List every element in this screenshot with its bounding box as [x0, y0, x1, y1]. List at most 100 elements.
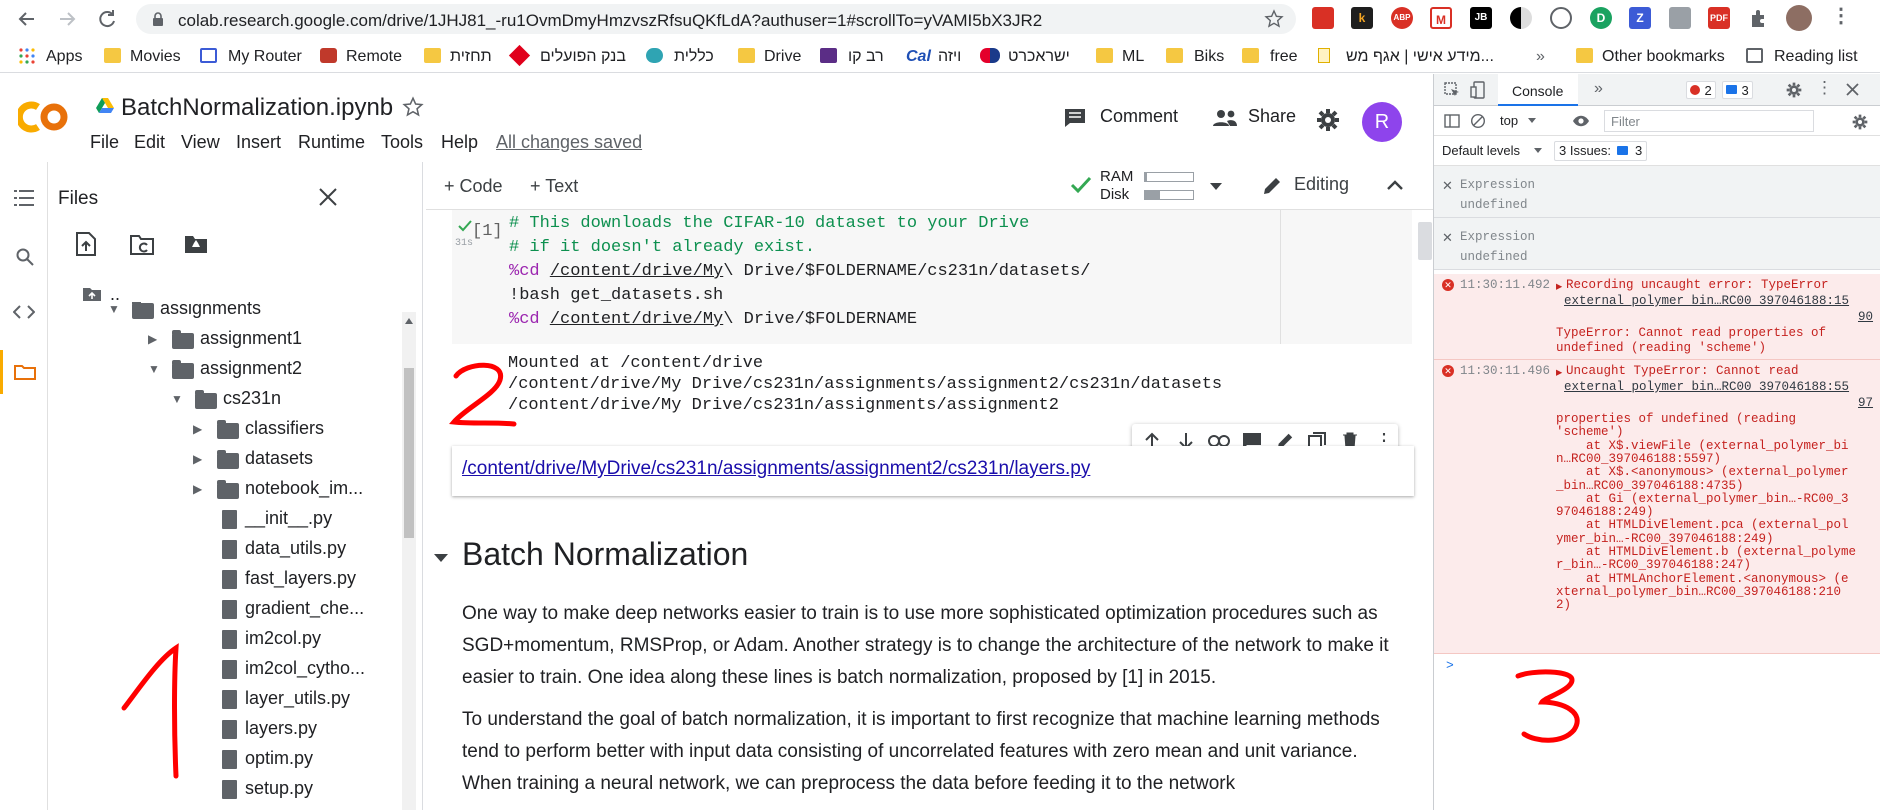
live-expression-eye-icon[interactable] [1572, 115, 1590, 127]
tree-file-item[interactable]: fast_layers.py [48, 564, 398, 594]
extension-circle-icon[interactable] [1550, 7, 1572, 29]
save-status[interactable]: All changes saved [496, 132, 642, 153]
log-levels-dropdown[interactable]: Default levels [1442, 143, 1542, 161]
issue-count-badge[interactable]: 3 [1722, 81, 1753, 99]
extension-image-icon[interactable] [1669, 7, 1691, 29]
folder-icon[interactable] [14, 364, 36, 380]
live-expression[interactable]: ✕ Expression undefined [1434, 218, 1880, 270]
menu-runtime[interactable]: Runtime [298, 132, 365, 153]
settings-gear-icon[interactable] [1316, 108, 1340, 132]
tree-folder-item[interactable]: ▼ assignment2 [48, 354, 398, 384]
devtools-close-icon[interactable] [1846, 83, 1859, 96]
tree-file-item[interactable]: data_utils.py [48, 534, 398, 564]
file-link[interactable]: /content/drive/MyDrive/cs231n/assignment… [462, 458, 1090, 480]
context-selector[interactable]: top [1496, 112, 1536, 130]
console-error-message[interactable]: ✕ 11:30:11.496 ▸ Uncaught TypeError: Can… [1434, 360, 1880, 654]
mount-drive-icon[interactable] [184, 234, 208, 254]
remove-expression-icon[interactable]: ✕ [1442, 230, 1453, 246]
tree-file-item[interactable]: gradient_che... [48, 594, 398, 624]
puzzle-extensions-icon[interactable] [1748, 7, 1770, 29]
adblock-icon[interactable]: ABP [1391, 7, 1413, 29]
chevron-down-icon[interactable]: ▼ [148, 362, 160, 376]
scrollbar-thumb[interactable] [404, 368, 414, 538]
user-avatar[interactable]: R [1362, 102, 1402, 142]
error-source-link-cont[interactable]: 97 [1858, 396, 1873, 410]
profile-avatar[interactable] [1786, 5, 1812, 31]
dark-mode-icon[interactable] [1510, 7, 1532, 29]
extension-z-icon[interactable]: Z [1629, 7, 1651, 29]
colab-logo[interactable] [18, 100, 70, 134]
more-bookmarks-button[interactable]: » [1536, 48, 1545, 66]
star-notebook-icon[interactable] [402, 96, 424, 118]
collapse-header-icon[interactable] [1386, 178, 1404, 192]
chevron-right-icon[interactable]: ▶ [193, 482, 202, 496]
issues-button[interactable]: 3 Issues: 3 [1554, 141, 1648, 161]
devtools-settings-gear-icon[interactable] [1786, 82, 1802, 98]
gmail-icon[interactable]: M [1430, 7, 1452, 29]
menu-view[interactable]: View [181, 132, 220, 153]
chevron-down-icon[interactable]: ▼ [108, 302, 120, 316]
code-snippets-icon[interactable] [13, 304, 35, 320]
chevron-down-icon[interactable]: ▼ [171, 392, 183, 406]
extension-red-icon[interactable] [1312, 7, 1334, 29]
menu-edit[interactable]: Edit [134, 132, 165, 153]
chevron-right-icon[interactable]: ▶ [148, 332, 157, 346]
menu-file[interactable]: File [90, 132, 119, 153]
add-code-button[interactable]: + Code [444, 176, 503, 197]
scroll-up-arrow-icon[interactable] [405, 318, 413, 324]
filter-input[interactable]: Filter [1604, 110, 1814, 132]
tree-file-item[interactable]: optim.py [48, 744, 398, 774]
close-icon[interactable] [319, 188, 337, 206]
tree-folder-item[interactable]: ▼ assignments [48, 302, 398, 324]
parent-folder-icon[interactable] [82, 286, 102, 302]
sidebar-toggle-icon[interactable] [1444, 114, 1460, 128]
comment-button[interactable]: Comment [1064, 106, 1188, 136]
reload-button[interactable] [94, 6, 120, 32]
address-bar[interactable]: colab.research.google.com/drive/1JHJ81_-… [136, 4, 1296, 34]
tree-folder-item[interactable]: ▶ notebook_im... [48, 474, 398, 504]
inspect-element-icon[interactable] [1444, 82, 1460, 98]
tree-folder-item[interactable]: ▶ classifiers [48, 414, 398, 444]
tree-file-item[interactable]: layers.py [48, 714, 398, 744]
remove-expression-icon[interactable]: ✕ [1442, 178, 1453, 194]
dropdown-caret-icon[interactable] [1210, 183, 1222, 190]
more-tabs-button[interactable]: » [1594, 80, 1603, 98]
tree-file-item[interactable]: im2col_cytho... [48, 654, 398, 684]
devtools-menu-icon[interactable]: ⋮ [1816, 78, 1833, 98]
cell-exec-count[interactable]: [1] [472, 222, 503, 241]
notebook-scrollbar[interactable] [1418, 222, 1432, 260]
search-icon[interactable] [16, 248, 34, 266]
add-text-button[interactable]: + Text [530, 176, 578, 197]
expand-error-arrow-icon[interactable]: ▸ [1556, 278, 1562, 294]
tree-file-item[interactable]: layer_utils.py [48, 684, 398, 714]
expand-error-arrow-icon[interactable]: ▸ [1556, 364, 1562, 380]
console-error-message[interactable]: ✕ 11:30:11.492 ▸ Recording uncaught erro… [1434, 274, 1880, 360]
section-collapse-caret-icon[interactable] [434, 554, 448, 562]
live-expression[interactable]: ✕ Expression undefined [1434, 166, 1880, 218]
console-settings-gear-icon[interactable] [1852, 114, 1868, 130]
tree-file-item[interactable]: __init__.py [48, 504, 398, 534]
browser-menu-icon[interactable]: ⋮ [1830, 6, 1852, 29]
clear-console-icon[interactable] [1470, 113, 1486, 129]
notebook-title[interactable]: BatchNormalization.ipynb [121, 94, 393, 122]
resources-indicator[interactable]: RAM Disk [1070, 166, 1222, 206]
error-count-badge[interactable]: 2 [1686, 81, 1716, 99]
console-prompt[interactable]: > [1446, 658, 1454, 673]
files-scrollbar[interactable] [402, 312, 416, 810]
code-cell[interactable]: 31s [1] # This downloads the CIFAR-10 da… [452, 210, 1412, 344]
extension-k-icon[interactable]: k [1351, 7, 1373, 29]
chevron-right-icon[interactable]: ▶ [193, 452, 202, 466]
tree-file-item[interactable]: im2col.py [48, 624, 398, 654]
tree-folder-item[interactable]: ▶ assignment1 [48, 324, 398, 354]
toc-list-icon[interactable] [14, 190, 34, 206]
star-bookmark-icon[interactable] [1264, 9, 1284, 29]
console-tab[interactable]: Console [1498, 74, 1578, 106]
tree-file-item[interactable]: setup.py [48, 774, 398, 804]
menu-tools[interactable]: Tools [381, 132, 423, 153]
error-source-link[interactable]: external_polymer_bin…RC00_397046188:15 [1564, 294, 1849, 308]
menu-help[interactable]: Help [441, 132, 478, 153]
chevron-right-icon[interactable]: ▶ [193, 422, 202, 436]
share-button[interactable]: Share [1212, 106, 1322, 136]
extension-green-icon[interactable]: D [1590, 7, 1612, 29]
tree-folder-item[interactable]: ▶ datasets [48, 444, 398, 474]
